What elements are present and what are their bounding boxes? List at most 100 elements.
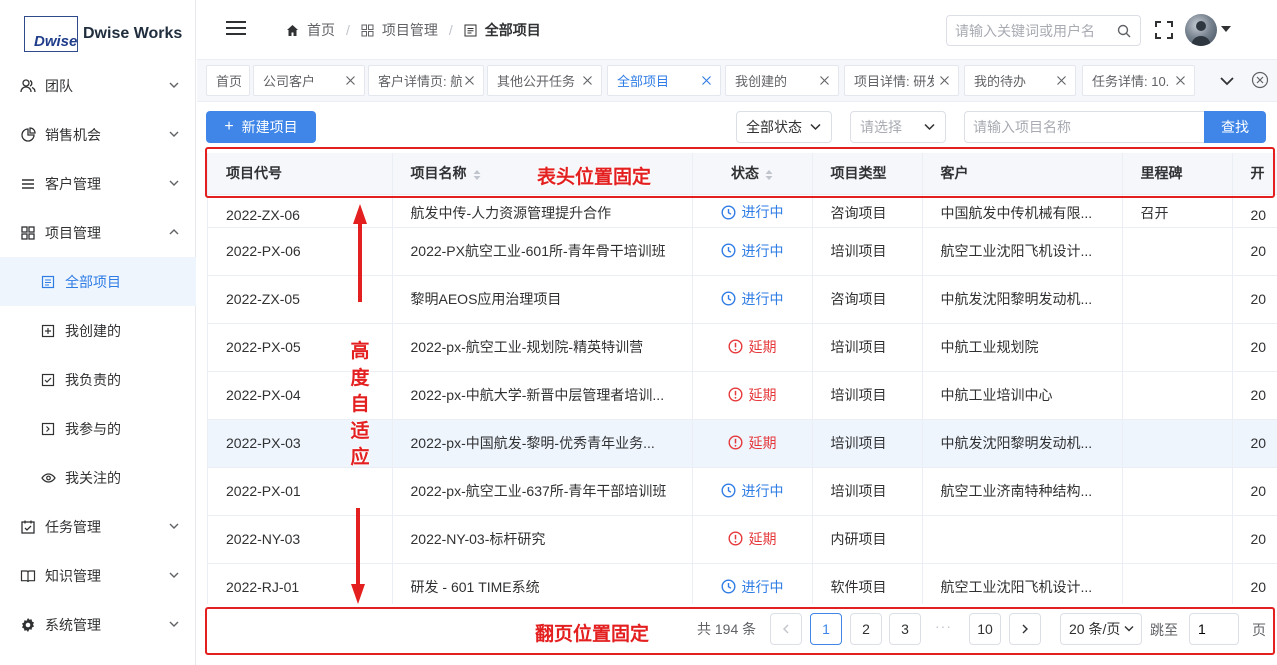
- close-icon[interactable]: [1175, 75, 1186, 86]
- column-header-code[interactable]: 项目代号: [208, 153, 393, 195]
- sidebar-item-knowledge[interactable]: 知识管理: [0, 551, 196, 600]
- tab-label: 全部项目: [617, 74, 670, 89]
- avatar[interactable]: [1185, 14, 1217, 46]
- global-search-input[interactable]: [947, 16, 1107, 45]
- cell-name[interactable]: 研发 - 601 TIME系统: [392, 563, 693, 604]
- close-icon[interactable]: [345, 75, 356, 86]
- alert-icon: [727, 531, 743, 546]
- sidebar-item-team[interactable]: 团队: [0, 61, 196, 110]
- tab-my-created[interactable]: 我创建的: [725, 65, 839, 96]
- breadcrumb-separator: /: [448, 22, 453, 38]
- prev-page-button[interactable]: [770, 613, 802, 645]
- tab-customer-detail[interactable]: 客户详情页: 航: [368, 65, 484, 96]
- table-row[interactable]: 2022-PX-01 2022-px-航空工业-637所-青年干部培训班 进行中 培训…: [208, 467, 1277, 516]
- cell-name[interactable]: 2022-PX航空工业-601所-青年骨干培训班: [392, 227, 693, 276]
- sidebar-item-label: 我创建的: [65, 322, 121, 339]
- page-button-last[interactable]: 10: [969, 613, 1001, 645]
- close-all-tabs-icon[interactable]: [1251, 71, 1269, 89]
- page-button-2[interactable]: 2: [850, 613, 882, 645]
- clock-icon: [720, 243, 736, 258]
- project-name-input[interactable]: [965, 112, 1195, 142]
- sidebar-item-customers[interactable]: 客户管理: [0, 159, 196, 208]
- sidebar-item-projects[interactable]: 项目管理: [0, 208, 196, 257]
- table-header-row: 项目代号 项目名称 状态 项目类型 客户 里程碑 开: [208, 153, 1277, 195]
- cell-name[interactable]: 航发中传-人力资源管理提升合作: [392, 194, 693, 228]
- tab-project-detail[interactable]: 项目详情: 研发: [844, 65, 959, 96]
- logo[interactable]: Dwise Dwise Works: [24, 16, 188, 52]
- page-button-1[interactable]: 1: [810, 613, 842, 645]
- column-header-type[interactable]: 项目类型: [812, 153, 923, 195]
- tabs-more-button[interactable]: [1213, 65, 1241, 96]
- cell-status: 延期: [692, 323, 813, 372]
- cell-type: 培训项目: [812, 227, 923, 276]
- cell-name[interactable]: 2022-px-中国航发-黎明-优秀青年业务...: [392, 419, 693, 468]
- sidebar-item-all-projects[interactable]: 全部项目: [0, 257, 196, 306]
- type-select[interactable]: 请选择: [850, 111, 946, 143]
- cell-milestone: [1122, 563, 1233, 604]
- tab-home[interactable]: 首页: [206, 65, 250, 96]
- cell-name[interactable]: 黎明AEOS应用治理项目: [392, 275, 693, 324]
- tab-task-detail[interactable]: 任务详情: 10.: [1082, 65, 1195, 96]
- tab-my-todo[interactable]: 我的待办: [964, 65, 1076, 96]
- column-header-status[interactable]: 状态: [692, 153, 813, 195]
- sort-icon[interactable]: [473, 169, 481, 181]
- sidebar-item-tasks[interactable]: 任务管理: [0, 502, 196, 551]
- page-size-select[interactable]: 20 条/页: [1060, 613, 1142, 645]
- table-row[interactable]: 2022-RJ-01 研发 - 601 TIME系统 进行中 软件项目 航空工业沈阳飞机…: [208, 563, 1277, 604]
- column-header-milestone[interactable]: 里程碑: [1122, 153, 1233, 195]
- breadcrumb-home[interactable]: 首页: [286, 20, 335, 40]
- chevron-down-icon: [810, 123, 821, 131]
- close-icon[interactable]: [464, 75, 475, 86]
- pagination-ellipsis[interactable]: ···: [935, 618, 952, 634]
- column-label: 项目名称: [410, 165, 467, 182]
- status-select[interactable]: 全部状态: [736, 111, 832, 143]
- close-icon[interactable]: [582, 75, 593, 86]
- breadcrumb-current-label: 全部项目: [484, 22, 541, 38]
- caret-down-icon[interactable]: [1221, 26, 1231, 32]
- goto-page-input[interactable]: [1190, 614, 1236, 644]
- cell-name[interactable]: 2022-px-航空工业-规划院-精英特训营: [392, 323, 693, 372]
- cell-code: 2022-ZX-05: [208, 275, 393, 324]
- cell-type: 培训项目: [812, 419, 923, 468]
- table-row[interactable]: 2022-ZX-06 航发中传-人力资源管理提升合作 进行中 咨询项目 中国航发中传机械…: [208, 194, 1277, 228]
- sidebar-item-created[interactable]: 我创建的: [0, 306, 196, 355]
- annotation-pager-fixed: 翻页位置固定: [535, 624, 650, 645]
- table-row[interactable]: 2022-ZX-05 黎明AEOS应用治理项目 进行中 咨询项目 中航发沈阳黎明发动机.…: [208, 275, 1277, 324]
- sidebar-item-label: 我关注的: [65, 469, 121, 486]
- fullscreen-icon[interactable]: [1155, 21, 1173, 39]
- cell-name[interactable]: 2022-px-航空工业-637所-青年干部培训班: [392, 467, 693, 516]
- tab-all-projects[interactable]: 全部项目: [607, 65, 721, 96]
- column-header-customer[interactable]: 客户: [922, 153, 1123, 195]
- sidebar-item-sales[interactable]: 销售机会: [0, 110, 196, 159]
- page-button-3[interactable]: 3: [889, 613, 921, 645]
- close-icon[interactable]: [939, 75, 950, 86]
- find-button[interactable]: 查找: [1204, 111, 1266, 143]
- column-label: 里程碑: [1140, 165, 1183, 182]
- next-page-button[interactable]: [1009, 613, 1041, 645]
- tab-public-tasks[interactable]: 其他公开任务: [487, 65, 602, 96]
- search-icon[interactable]: [1117, 24, 1131, 38]
- column-header-start[interactable]: 开: [1232, 153, 1277, 195]
- sidebar-item-responsible[interactable]: 我负责的: [0, 355, 196, 404]
- sidebar-item-system[interactable]: 系统管理: [0, 600, 196, 649]
- sort-icon[interactable]: [765, 169, 773, 181]
- page-number: 2: [862, 621, 870, 637]
- breadcrumb-parent[interactable]: 项目管理: [361, 20, 438, 40]
- cell-name[interactable]: 2022-px-中航大学-新晋中层管理者培训...: [392, 371, 693, 420]
- status-badge: 进行中: [720, 481, 784, 501]
- new-project-button[interactable]: + 新建项目: [206, 111, 316, 143]
- close-icon[interactable]: [819, 75, 830, 86]
- close-icon[interactable]: [1056, 75, 1067, 86]
- cell-milestone: [1122, 467, 1233, 516]
- sidebar-item-participating[interactable]: 我参与的: [0, 404, 196, 453]
- cell-status: 延期: [692, 371, 813, 420]
- hamburger-menu-icon[interactable]: [226, 20, 246, 36]
- tab-company-customers[interactable]: 公司客户: [253, 65, 365, 96]
- sidebar-item-following[interactable]: 我关注的: [0, 453, 196, 502]
- close-icon[interactable]: [701, 75, 712, 86]
- cell-name[interactable]: 2022-NY-03-标杆研究: [392, 515, 693, 564]
- table-row[interactable]: 2022-NY-03 2022-NY-03-标杆研究 延期 内研项目 20: [208, 515, 1277, 564]
- clock-icon: [720, 579, 736, 594]
- cell-start: 20: [1232, 194, 1277, 228]
- table-row[interactable]: 2022-PX-06 2022-PX航空工业-601所-青年骨干培训班 进行中 培训项…: [208, 227, 1277, 276]
